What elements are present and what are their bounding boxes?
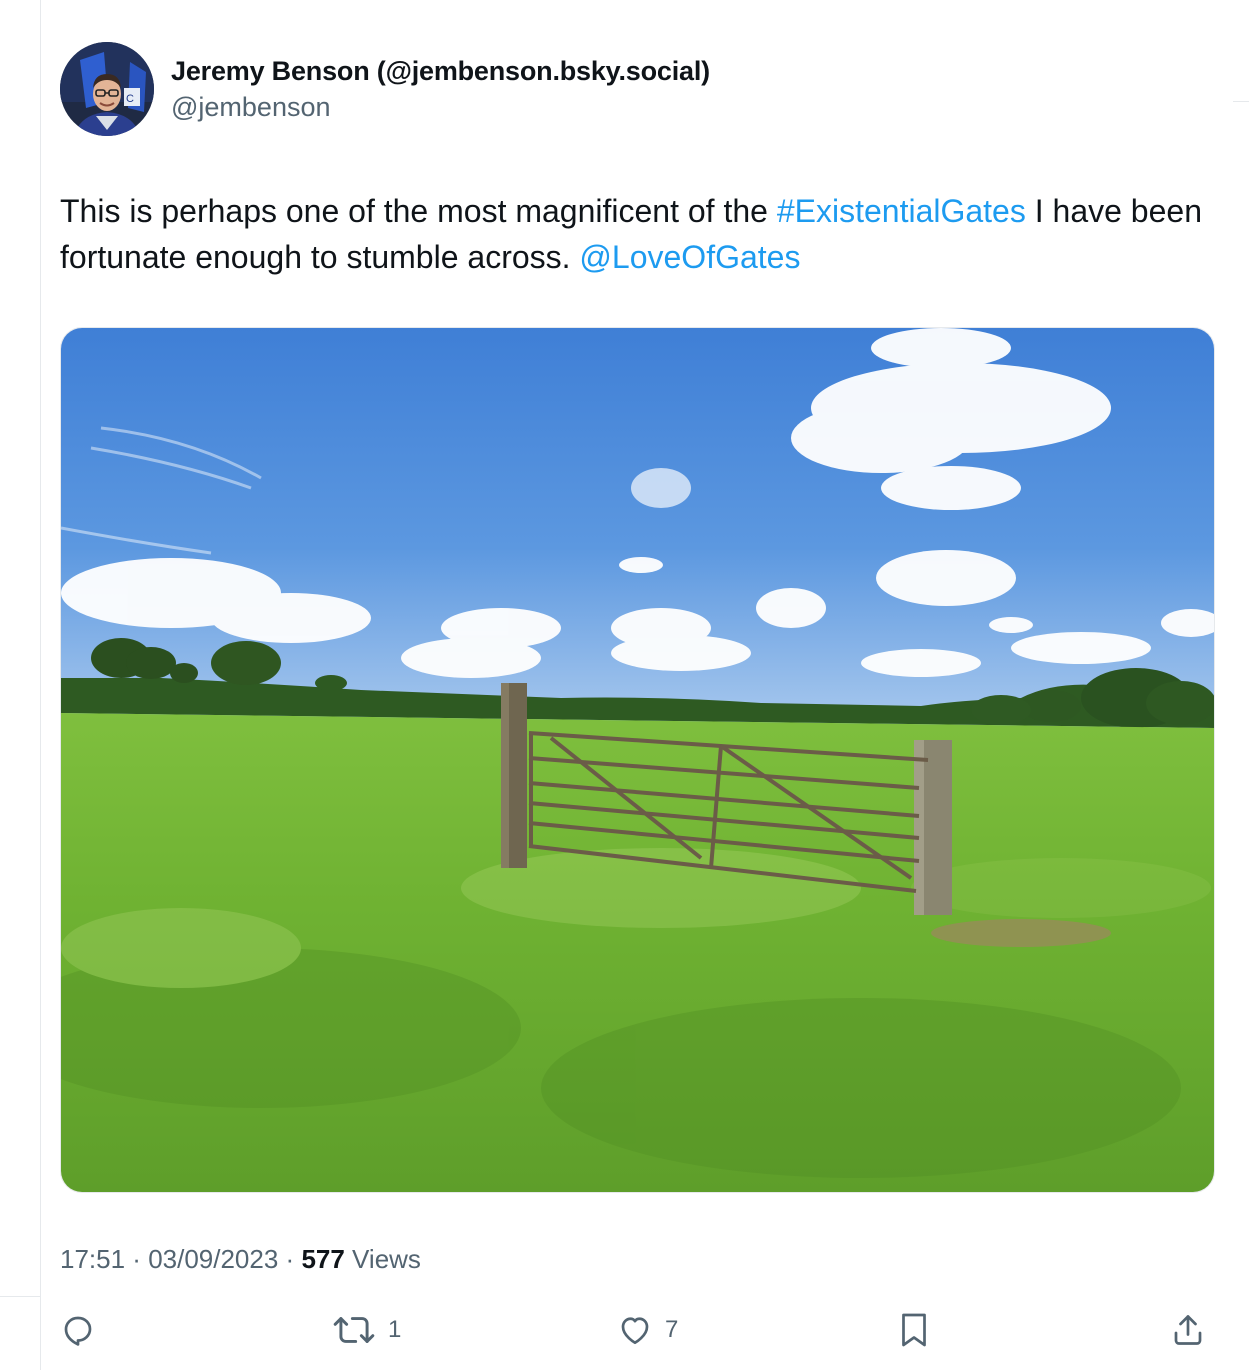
like-button[interactable]: 7 <box>617 1306 678 1354</box>
meta-separator: · <box>125 1244 149 1274</box>
tweet-photo[interactable] <box>60 327 1215 1193</box>
share-icon <box>1170 1312 1206 1348</box>
tweet-time[interactable]: 17:51 <box>60 1244 125 1274</box>
share-button[interactable] <box>1170 1306 1206 1354</box>
mention-link[interactable]: @LoveOfGates <box>579 239 800 275</box>
retweet-icon <box>332 1312 376 1348</box>
heart-icon <box>617 1312 653 1348</box>
avatar[interactable]: C <box>60 42 154 136</box>
bookmark-icon <box>896 1310 932 1350</box>
timeline-border <box>40 0 41 1370</box>
tweet-meta: 17:51 · 03/09/2023 · 577 Views <box>60 1242 421 1276</box>
divider <box>0 1296 40 1297</box>
retweet-count: 1 <box>388 1316 402 1343</box>
author-display-name[interactable]: Jeremy Benson (@jembenson.bsky.social) <box>171 54 710 88</box>
views-count: 577 <box>301 1244 345 1274</box>
tweet-date[interactable]: 03/09/2023 <box>148 1244 278 1274</box>
tweet-text-segment: This is perhaps one of the most magnific… <box>60 193 777 229</box>
hashtag-link[interactable]: #ExistentialGates <box>777 193 1026 229</box>
author-handle[interactable]: @jembenson <box>171 90 710 124</box>
reply-icon <box>60 1312 96 1348</box>
retweet-button[interactable]: 1 <box>332 1306 401 1354</box>
tweet-text: This is perhaps one of the most magnific… <box>60 188 1210 280</box>
svg-text:C: C <box>126 93 134 105</box>
divider <box>1233 101 1249 102</box>
like-count: 7 <box>665 1316 679 1343</box>
views-label: Views <box>344 1244 421 1274</box>
tweet-actions: 1 7 <box>60 1306 1215 1354</box>
meta-separator: · <box>278 1244 302 1274</box>
tweet-header: C Jeremy Benson (@jembenson.bsky.social)… <box>60 42 710 136</box>
bookmark-button[interactable] <box>896 1306 932 1354</box>
reply-button[interactable] <box>60 1306 96 1354</box>
